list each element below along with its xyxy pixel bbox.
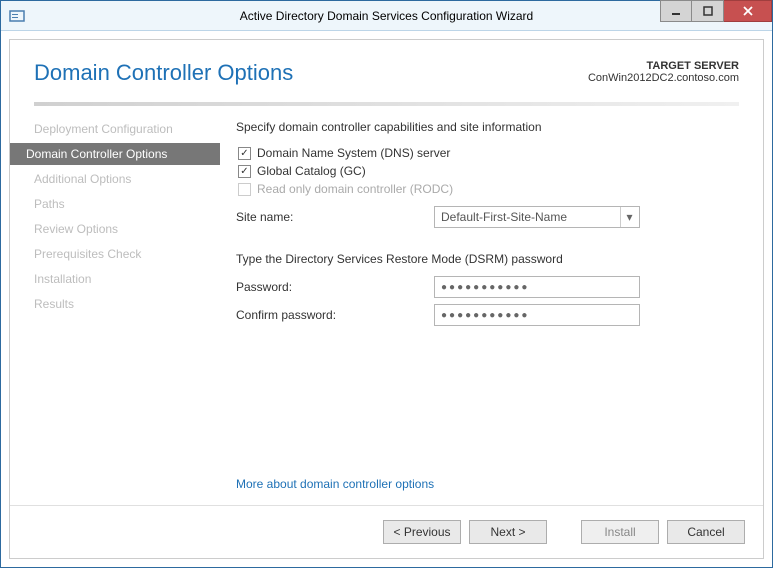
- wizard-inner: Domain Controller Options TARGET SERVER …: [9, 39, 764, 559]
- page-title: Domain Controller Options: [34, 60, 293, 86]
- window-controls: [660, 1, 772, 30]
- titlebar[interactable]: Active Directory Domain Services Configu…: [1, 1, 772, 31]
- wizard-footer: < Previous Next > Install Cancel: [10, 505, 763, 558]
- more-about-link[interactable]: More about domain controller options: [236, 477, 434, 491]
- confirm-password-label: Confirm password:: [236, 308, 434, 322]
- rodc-checkbox-row: Read only domain controller (RODC): [238, 182, 733, 196]
- site-name-label: Site name:: [236, 210, 434, 224]
- wizard-window: Active Directory Domain Services Configu…: [0, 0, 773, 568]
- dns-checkbox-row[interactable]: ✓ Domain Name System (DNS) server: [238, 146, 733, 160]
- capabilities-heading: Specify domain controller capabilities a…: [236, 120, 733, 134]
- password-label: Password:: [236, 280, 434, 294]
- gc-label: Global Catalog (GC): [257, 164, 366, 178]
- gc-checkbox-row[interactable]: ✓ Global Catalog (GC): [238, 164, 733, 178]
- checkbox-checked-icon: ✓: [238, 165, 251, 178]
- cancel-button[interactable]: Cancel: [667, 520, 745, 544]
- target-server-label: TARGET SERVER: [647, 60, 740, 72]
- checkbox-unchecked-icon: [238, 183, 251, 196]
- dsrm-heading: Type the Directory Services Restore Mode…: [236, 252, 733, 266]
- install-button: Install: [581, 520, 659, 544]
- site-name-row: Site name: Default-First-Site-Name ▾: [236, 206, 733, 228]
- main-panel: Specify domain controller capabilities a…: [220, 116, 763, 505]
- site-name-value: Default-First-Site-Name: [441, 210, 567, 224]
- sidebar-item-additional-options[interactable]: Additional Options: [10, 168, 220, 190]
- rodc-label: Read only domain controller (RODC): [257, 182, 453, 196]
- wizard-body: Deployment Configuration Domain Controll…: [10, 106, 763, 505]
- sidebar: Deployment Configuration Domain Controll…: [10, 116, 220, 505]
- sidebar-item-review-options[interactable]: Review Options: [10, 218, 220, 240]
- minimize-button[interactable]: [660, 0, 692, 22]
- wizard-header: Domain Controller Options TARGET SERVER …: [10, 40, 763, 96]
- dns-label: Domain Name System (DNS) server: [257, 146, 450, 160]
- maximize-button[interactable]: [692, 0, 724, 22]
- password-row: Password: ●●●●●●●●●●●: [236, 276, 733, 298]
- sidebar-item-results[interactable]: Results: [10, 293, 220, 315]
- sidebar-item-deployment-configuration[interactable]: Deployment Configuration: [10, 118, 220, 140]
- sidebar-item-domain-controller-options[interactable]: Domain Controller Options: [10, 143, 220, 165]
- sidebar-item-paths[interactable]: Paths: [10, 193, 220, 215]
- sidebar-item-installation[interactable]: Installation: [10, 268, 220, 290]
- app-icon: [9, 8, 25, 24]
- window-title: Active Directory Domain Services Configu…: [1, 9, 772, 23]
- confirm-password-row: Confirm password: ●●●●●●●●●●●: [236, 304, 733, 326]
- chevron-down-icon: ▾: [620, 207, 638, 227]
- next-button[interactable]: Next >: [469, 520, 547, 544]
- checkbox-checked-icon: ✓: [238, 147, 251, 160]
- password-field[interactable]: ●●●●●●●●●●●: [434, 276, 640, 298]
- sidebar-item-prerequisites-check[interactable]: Prerequisites Check: [10, 243, 220, 265]
- confirm-password-field[interactable]: ●●●●●●●●●●●: [434, 304, 640, 326]
- target-server-value: ConWin2012DC2.contoso.com: [588, 72, 739, 84]
- previous-button[interactable]: < Previous: [383, 520, 461, 544]
- close-button[interactable]: [724, 0, 772, 22]
- site-name-select[interactable]: Default-First-Site-Name ▾: [434, 206, 640, 228]
- target-server-block: TARGET SERVER ConWin2012DC2.contoso.com: [588, 60, 739, 84]
